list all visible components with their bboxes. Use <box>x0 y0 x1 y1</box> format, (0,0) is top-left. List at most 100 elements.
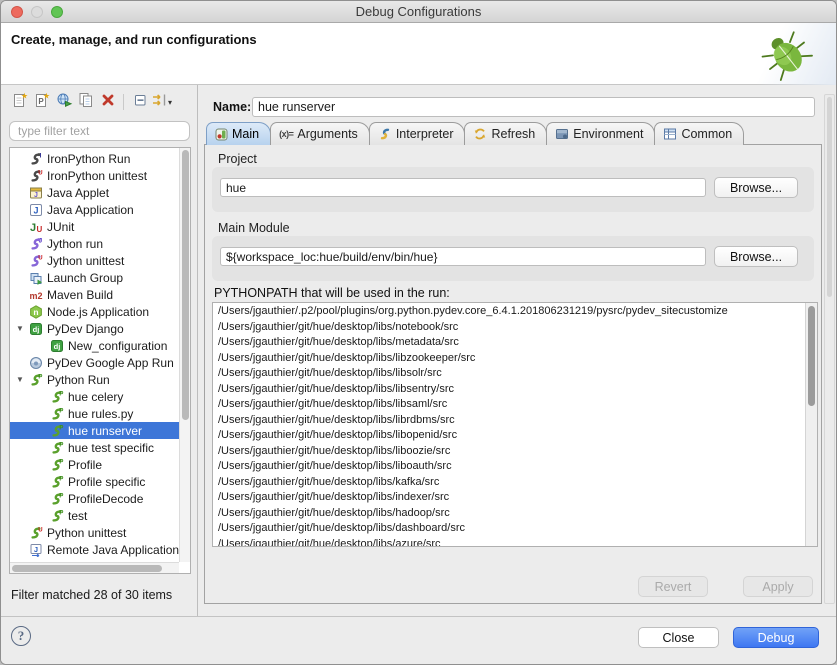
tree-item-test[interactable]: Ptest <box>10 507 179 524</box>
tree-item-ironpython-unittest[interactable]: UIronPython unittest <box>10 167 179 184</box>
tree-horizontal-scrollbar[interactable] <box>10 562 179 573</box>
new-configuration-button[interactable]: ★ <box>9 92 30 112</box>
pythonpath-entry[interactable]: /Users/jgauthier/git/hue/desktop/libs/az… <box>213 537 805 547</box>
tab-refresh[interactable]: Refresh <box>464 122 547 145</box>
tree-item-launch-group[interactable]: Launch Group <box>10 269 179 286</box>
tree-item-python-run[interactable]: ▼ PPython Run <box>10 371 179 388</box>
python-run-icon: P <box>50 441 64 455</box>
name-input[interactable] <box>252 97 815 117</box>
pythonpath-entry[interactable]: /Users/jgauthier/git/hue/desktop/libs/in… <box>213 490 805 506</box>
tree-item-java-applet[interactable]: JJava Applet <box>10 184 179 201</box>
pythonpath-entry[interactable]: /Users/jgauthier/git/hue/desktop/libs/ka… <box>213 475 805 491</box>
filter-icon <box>151 91 167 114</box>
interpreter-icon <box>378 127 392 141</box>
pythonpath-entry[interactable]: /Users/jgauthier/git/hue/desktop/libs/me… <box>213 335 805 351</box>
tree-horizontal-scrollbar-thumb[interactable] <box>12 565 162 572</box>
debug-button[interactable]: Debug <box>733 627 819 648</box>
tab-environment[interactable]: Environment <box>546 122 655 145</box>
tree-item-jython-run[interactable]: JJython run <box>10 235 179 252</box>
ironpython-run-icon: I <box>29 152 43 166</box>
tree-item-label: hue rules.py <box>68 407 133 421</box>
svg-text:P: P <box>59 408 63 414</box>
remote-java-icon: J <box>29 543 43 557</box>
filter-configurations-button[interactable]: ▾ <box>151 92 172 112</box>
tree-vertical-scrollbar-thumb[interactable] <box>182 150 189 420</box>
main-module-browse-button[interactable]: Browse... <box>714 246 798 267</box>
pythonpath-entry[interactable]: /Users/jgauthier/git/hue/desktop/libs/ha… <box>213 506 805 522</box>
tree-item-profiledecode[interactable]: PProfileDecode <box>10 490 179 507</box>
close-button[interactable]: Close <box>638 627 719 648</box>
pythonpath-entry[interactable]: /Users/jgauthier/git/hue/desktop/libs/no… <box>213 320 805 336</box>
tree-item-java-application[interactable]: JJava Application <box>10 201 179 218</box>
tree-item-pydev-google-app-run[interactable]: PyDev Google App Run <box>10 354 179 371</box>
export-configurations-button[interactable] <box>53 92 74 112</box>
tab-main[interactable]: Main <box>206 122 271 145</box>
dialog-footer: ? Close Debug <box>1 616 836 664</box>
pythonpath-entry[interactable]: /Users/jgauthier/.p2/pool/plugins/org.py… <box>213 304 805 320</box>
project-input[interactable] <box>220 178 706 197</box>
dialog-header: Create, manage, and run configurations <box>1 23 836 85</box>
tree-item-hue-celery[interactable]: Phue celery <box>10 388 179 405</box>
tree-item-hue-test-specific[interactable]: Phue test specific <box>10 439 179 456</box>
panel-scrollbar-thumb[interactable] <box>827 97 832 297</box>
tab-interpreter[interactable]: Interpreter <box>369 122 466 145</box>
tree-item-hue-runserver[interactable]: Phue runserver <box>10 422 179 439</box>
pythonpath-scrollbar-thumb[interactable] <box>808 306 815 406</box>
tree-item-ironpython-run[interactable]: IIronPython Run <box>10 150 179 167</box>
svg-text:J: J <box>33 205 38 215</box>
pythonpath-entry[interactable]: /Users/jgauthier/git/hue/desktop/libs/li… <box>213 428 805 444</box>
tree-item-hue-rules-py[interactable]: Phue rules.py <box>10 405 179 422</box>
main-module-input[interactable] <box>220 247 706 266</box>
title-bar[interactable]: Debug Configurations <box>1 1 836 23</box>
new-config-icon: ★ <box>11 91 29 114</box>
pythonpath-entry[interactable]: /Users/jgauthier/git/hue/desktop/libs/li… <box>213 382 805 398</box>
tree-item-label: PyDev Google App Run <box>47 356 174 370</box>
panel-scrollbar[interactable] <box>824 94 835 604</box>
project-group: Browse... <box>212 167 814 212</box>
tree-item-maven-build[interactable]: m2Maven Build <box>10 286 179 303</box>
pythonpath-entry[interactable]: /Users/jgauthier/git/hue/desktop/libs/li… <box>213 444 805 460</box>
tree-item-label: hue celery <box>68 390 123 404</box>
tree-item-new-configuration[interactable]: djNew_configuration <box>10 337 179 354</box>
pythonpath-entry[interactable]: /Users/jgauthier/git/hue/desktop/libs/li… <box>213 366 805 382</box>
new-prototype-button[interactable]: P★ <box>31 92 52 112</box>
tab-arguments[interactable]: (x)=Arguments <box>270 122 370 145</box>
duplicate-configuration-button[interactable] <box>75 92 96 112</box>
tab-common[interactable]: Common <box>654 122 744 145</box>
tree-item-jython-unittest[interactable]: UJython unittest <box>10 252 179 269</box>
filter-input[interactable] <box>9 121 190 141</box>
tree-item-node-js-application[interactable]: nNode.js Application <box>10 303 179 320</box>
tree-item-label: Profile <box>68 458 102 472</box>
pythonpath-entry[interactable]: /Users/jgauthier/git/hue/desktop/libs/da… <box>213 521 805 537</box>
pythonpath-entry[interactable]: /Users/jgauthier/git/hue/desktop/libs/li… <box>213 413 805 429</box>
collapse-all-button[interactable] <box>129 92 150 112</box>
expand-arrow-icon[interactable]: ▼ <box>16 375 29 384</box>
help-button[interactable]: ? <box>11 626 31 646</box>
tree-item-python-unittest[interactable]: UPython unittest <box>10 524 179 541</box>
project-browse-button[interactable]: Browse... <box>714 177 798 198</box>
tab-label: Environment <box>573 127 643 141</box>
pythonpath-rows: /Users/jgauthier/.p2/pool/plugins/org.py… <box>213 304 805 546</box>
expand-arrow-icon[interactable]: ▼ <box>16 324 29 333</box>
pythonpath-entry[interactable]: /Users/jgauthier/git/hue/desktop/libs/li… <box>213 351 805 367</box>
svg-text:P: P <box>59 510 63 516</box>
pythonpath-entry[interactable]: /Users/jgauthier/git/hue/desktop/libs/li… <box>213 459 805 475</box>
tree-item-remote-java-application[interactable]: JRemote Java Application <box>10 541 179 558</box>
python-run-icon: P <box>50 458 64 472</box>
tree-item-pydev-django[interactable]: ▼djPyDev Django <box>10 320 179 337</box>
tree-item-profile[interactable]: P Profile <box>10 456 179 473</box>
tree-item-profile-specific[interactable]: PProfile specific <box>10 473 179 490</box>
pythonpath-entry[interactable]: /Users/jgauthier/git/hue/desktop/libs/li… <box>213 397 805 413</box>
svg-text:★: ★ <box>20 91 27 100</box>
revert-button[interactable]: Revert <box>638 576 708 597</box>
configuration-tree: IIronPython Run UIronPython unittestJJav… <box>9 147 191 574</box>
apply-button[interactable]: Apply <box>743 576 813 597</box>
pythonpath-scrollbar[interactable] <box>805 303 817 546</box>
configurations-sidebar: ★ P★ ▾ IIronPython Run UIronPython unittes… <box>1 85 198 616</box>
python-unittest-icon: U <box>29 526 43 540</box>
delete-configuration-button[interactable] <box>97 92 118 112</box>
tree-vertical-scrollbar[interactable] <box>179 148 190 562</box>
tree-item-junit[interactable]: JUJUnit <box>10 218 179 235</box>
tree-item-label: Python Run <box>47 373 110 387</box>
svg-text:P: P <box>59 425 63 431</box>
